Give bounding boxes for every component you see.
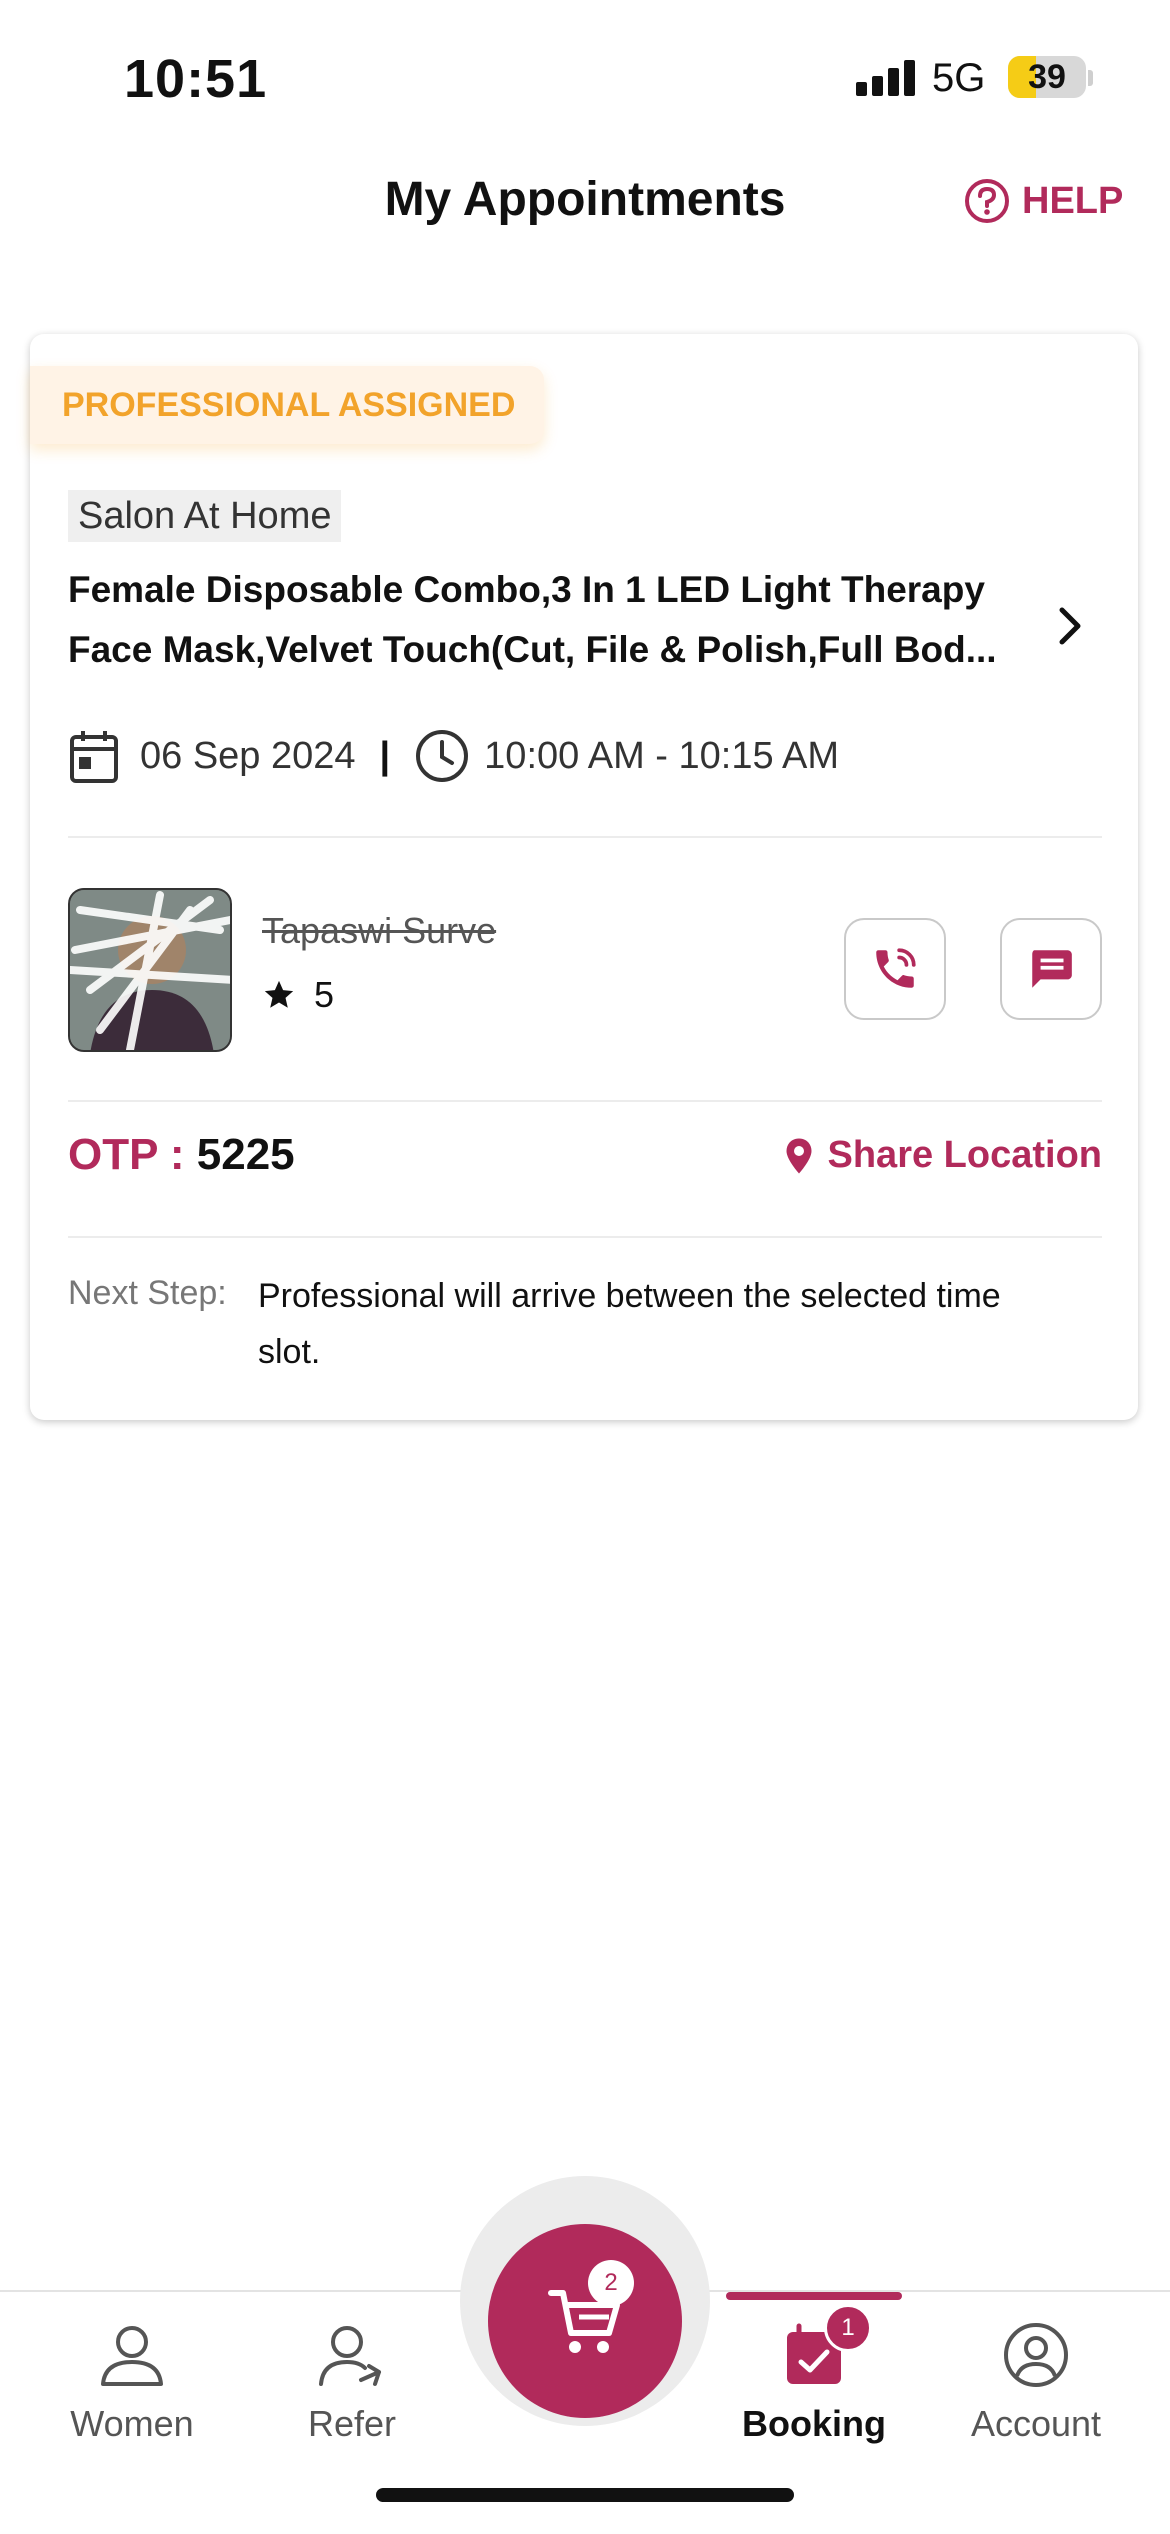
otp: OTP : 5225	[68, 1130, 295, 1180]
calendar-icon	[70, 731, 118, 783]
network-type: 5G	[932, 56, 986, 100]
divider	[68, 1236, 1102, 1238]
star-icon	[264, 980, 294, 1008]
help-button[interactable]: HELP	[964, 178, 1123, 224]
appointment-date: 06 Sep 2024	[140, 734, 356, 777]
battery-level: 39	[1028, 58, 1066, 96]
services-list[interactable]: Female Disposable Combo,3 In 1 LED Light…	[68, 560, 1058, 680]
call-button[interactable]	[844, 918, 946, 1020]
signal-icon	[856, 60, 916, 96]
rating-value: 5	[314, 974, 335, 1015]
nav-label-account: Account	[970, 2403, 1102, 2444]
battery-cap	[1088, 70, 1093, 86]
status-bar: 10:51 5G 39	[0, 0, 1170, 150]
avatar	[68, 888, 232, 1052]
service-category: Salon At Home	[68, 490, 342, 542]
nav-item-refer[interactable]: Refer	[262, 2322, 442, 2445]
appointment-datetime: 06 Sep 2024 | 10:00 AM - 10:15 AM	[68, 724, 839, 788]
nav-item-account[interactable]: Account	[946, 2322, 1126, 2445]
datetime-separator: |	[379, 734, 391, 777]
nav-item-booking[interactable]: Booking	[724, 2322, 904, 2445]
divider	[68, 1100, 1102, 1102]
appointment-time: 10:00 AM - 10:15 AM	[484, 734, 840, 777]
nav-label-booking: Booking	[742, 2403, 886, 2444]
services-line-2: Face Mask,Velvet Touch(Cut, File & Polis…	[68, 629, 997, 670]
status-time: 10:51	[124, 49, 268, 109]
divider	[68, 836, 1102, 838]
status-badge: PROFESSIONAL ASSIGNED	[30, 366, 544, 444]
cart-badge: 2	[588, 2260, 634, 2306]
otp-value: 5225	[196, 1130, 295, 1179]
location-pin-icon	[786, 1138, 811, 1173]
share-location-label: Share Location	[827, 1134, 1103, 1176]
otp-label: OTP :	[68, 1130, 185, 1179]
chevron-right-icon[interactable]	[1050, 596, 1090, 656]
nav-item-women[interactable]: Women	[42, 2322, 222, 2445]
active-tab-indicator	[726, 2292, 902, 2300]
next-step-text: Professional will arrive between the sel…	[258, 1277, 1001, 1371]
clock-icon	[416, 730, 469, 782]
refer-icon	[319, 2326, 381, 2386]
share-location-button[interactable]: Share Location	[784, 1134, 1103, 1177]
cart-button[interactable]	[488, 2224, 682, 2418]
account-circle-icon	[1004, 2323, 1068, 2387]
booking-badge: 1	[824, 2304, 872, 2352]
services-line-1: Female Disposable Combo,3 In 1 LED Light…	[68, 569, 985, 610]
person-icon	[101, 2326, 163, 2386]
battery-icon: 39	[1008, 56, 1086, 98]
professional-rating: 5	[262, 974, 334, 1016]
message-button[interactable]	[1000, 918, 1102, 1020]
next-step-label: Next Step:	[68, 1274, 227, 1312]
question-circle-icon	[965, 179, 1009, 223]
nav-label-women: Women	[70, 2403, 194, 2444]
nav-label-refer: Refer	[307, 2403, 397, 2444]
help-label: HELP	[1022, 179, 1124, 222]
phone-icon	[876, 948, 916, 988]
home-indicator	[376, 2488, 794, 2502]
chat-icon	[1032, 950, 1072, 988]
professional-name: Tapaswi Surve	[262, 910, 497, 951]
appointment-card[interactable]: PROFESSIONAL ASSIGNED Salon At Home Fema…	[30, 334, 1138, 1420]
